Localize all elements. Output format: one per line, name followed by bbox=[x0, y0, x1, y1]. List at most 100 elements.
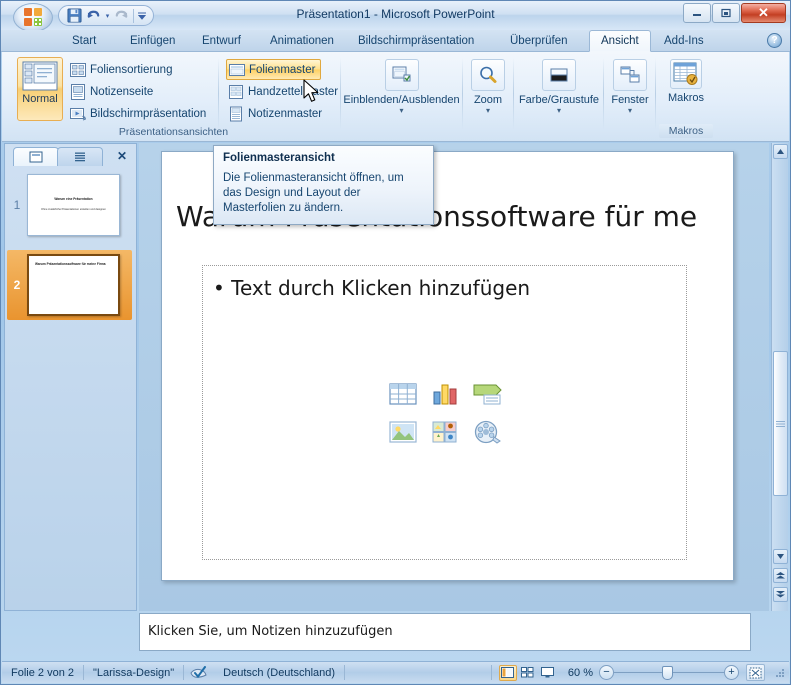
resize-grip-icon bbox=[776, 668, 784, 677]
save-icon bbox=[67, 8, 82, 23]
normal-view-label: Normal bbox=[22, 93, 58, 105]
close-panel-button[interactable]: ✕ bbox=[114, 148, 130, 164]
notes-page-button[interactable]: Notizenseite bbox=[68, 81, 213, 102]
insert-smartart-icon[interactable] bbox=[468, 377, 506, 411]
ribbon-group-fenster: Fenster ▾ bbox=[607, 54, 653, 140]
chevron-down-icon: ▾ bbox=[556, 106, 561, 115]
language-indicator[interactable]: Deutsch (Deutschland) bbox=[214, 667, 344, 679]
show-hide-button[interactable]: Einblenden/Ausblenden ▾ bbox=[343, 57, 460, 123]
notes-page-icon bbox=[70, 83, 86, 100]
slide-thumbnail-1[interactable]: Warum eine Präsentation Ohne zusätzliche… bbox=[27, 174, 120, 236]
normal-view-button[interactable]: Normal bbox=[17, 57, 63, 121]
group-label-makros: Makros bbox=[659, 124, 713, 138]
view-normal-button[interactable] bbox=[498, 664, 517, 681]
insert-chart-icon[interactable] bbox=[426, 377, 464, 411]
slide-show-button[interactable]: Bildschirmpräsentation bbox=[68, 103, 213, 124]
slide-sorter-button[interactable]: Foliensortierung bbox=[68, 59, 213, 80]
help-button[interactable]: ? bbox=[767, 33, 782, 48]
notes-master-icon bbox=[228, 106, 244, 122]
next-slide-button[interactable] bbox=[773, 587, 788, 602]
close-icon: ✕ bbox=[758, 5, 769, 20]
insert-media-icon[interactable] bbox=[468, 415, 506, 449]
slide-thumbnail-row-1[interactable]: 1 Warum eine Präsentation Ohne zusätzlic… bbox=[7, 170, 132, 240]
zoom-level[interactable]: 60 % bbox=[564, 667, 599, 679]
minimize-button[interactable] bbox=[683, 3, 711, 23]
arrow-down-icon bbox=[777, 554, 784, 559]
slide-sorter-label: Foliensortierung bbox=[90, 63, 173, 76]
slide-thumbnail-row-2[interactable]: 2 Warum Präsentationssoftware für meine … bbox=[7, 250, 132, 320]
chevron-down-icon: ▾ bbox=[485, 106, 490, 115]
zoom-slider[interactable]: − + bbox=[599, 665, 739, 680]
restore-icon bbox=[721, 8, 731, 18]
office-logo-icon bbox=[24, 8, 42, 26]
handout-master-button[interactable]: Handzettelmaster bbox=[226, 81, 338, 102]
resize-grip[interactable] bbox=[774, 667, 786, 679]
insert-table-icon[interactable] bbox=[384, 377, 422, 411]
undo-icon bbox=[87, 10, 100, 18]
zoom-in-button[interactable]: + bbox=[724, 665, 739, 680]
previous-slide-button[interactable] bbox=[773, 568, 788, 583]
tab-start[interactable]: Start bbox=[61, 30, 107, 52]
slide-master-icon bbox=[229, 62, 245, 78]
window-arrange-icon bbox=[613, 59, 647, 91]
tab-entwurf[interactable]: Entwurf bbox=[191, 30, 252, 52]
zoom-out-button[interactable]: − bbox=[599, 665, 614, 680]
status-bar: Folie 2 von 2 "Larissa-Design" Deutsch (… bbox=[2, 661, 789, 683]
tab-bildschirmpraesentation[interactable]: Bildschirmpräsentation bbox=[347, 30, 485, 52]
notes-placeholder[interactable]: Klicken Sie, um Notizen hinzuzufügen bbox=[139, 613, 751, 651]
office-button[interactable] bbox=[7, 1, 59, 33]
maximize-restore-button[interactable] bbox=[712, 3, 740, 23]
slide-number-1: 1 bbox=[13, 198, 21, 212]
design-name: "Larissa-Design" bbox=[92, 666, 175, 679]
chevron-down-icon bbox=[137, 12, 147, 20]
slide-thumbnail-2[interactable]: Warum Präsentationssoftware für meine Fi… bbox=[27, 254, 120, 316]
zoom-track[interactable] bbox=[614, 665, 724, 680]
window-button[interactable]: Fenster ▾ bbox=[607, 57, 653, 123]
scroll-up-button[interactable] bbox=[773, 144, 788, 159]
view-slideshow-button[interactable] bbox=[539, 665, 557, 681]
tab-outline[interactable] bbox=[57, 147, 103, 166]
customize-qat-button[interactable] bbox=[136, 7, 148, 24]
ribbon-group-farbe-graustufe: Farbe/Graustufe ▾ bbox=[517, 54, 601, 140]
redo-button[interactable] bbox=[112, 7, 131, 24]
color-grayscale-button[interactable]: Farbe/Graustufe ▾ bbox=[517, 57, 601, 123]
slide-sorter-icon bbox=[70, 62, 86, 78]
ribbon-group-makros: Makros Makros bbox=[659, 54, 713, 140]
normal-view-icon bbox=[22, 61, 58, 91]
view-slide-sorter-button[interactable] bbox=[519, 665, 537, 681]
view-slide-sorter-icon bbox=[521, 667, 534, 678]
scroll-down-button[interactable] bbox=[773, 549, 788, 564]
tab-ueberpruefen[interactable]: Überprüfen bbox=[499, 30, 579, 52]
save-button[interactable] bbox=[65, 7, 84, 24]
slide-master-button[interactable]: Folienmaster bbox=[226, 59, 321, 80]
slide-thumbnail-panel: ✕ 1 Warum eine Präsentation Ohne zusätzl… bbox=[4, 143, 137, 611]
slide-show-label: Bildschirmpräsentation bbox=[90, 107, 207, 120]
vertical-scrollbar[interactable] bbox=[771, 143, 788, 611]
undo-dropdown-button[interactable]: ▾ bbox=[103, 7, 112, 24]
close-button[interactable]: ✕ bbox=[741, 3, 786, 23]
fit-to-window-button[interactable] bbox=[746, 664, 765, 681]
tab-einfuegen[interactable]: Einfügen bbox=[119, 30, 186, 52]
zoom-handle[interactable] bbox=[662, 666, 673, 680]
tab-animationen[interactable]: Animationen bbox=[259, 30, 345, 52]
notes-master-button[interactable]: Notizenmaster bbox=[226, 103, 326, 124]
spellcheck-button[interactable] bbox=[184, 665, 214, 680]
content-insert-icons bbox=[384, 377, 506, 449]
insert-picture-icon[interactable] bbox=[384, 415, 422, 449]
tab-ansicht[interactable]: Ansicht bbox=[589, 30, 651, 52]
insert-clipart-icon[interactable] bbox=[426, 415, 464, 449]
slide-body-placeholder[interactable]: • Text durch Klicken hinzufügen bbox=[202, 265, 687, 560]
group-label-praesentationsansichten: Präsentationsansichten bbox=[118, 126, 229, 138]
tooltip-body: Die Folienmasteransicht öffnen, um das D… bbox=[223, 172, 404, 214]
zoom-button[interactable]: Zoom ▾ bbox=[466, 57, 510, 123]
ribbon-group-zoom: Zoom ▾ bbox=[466, 54, 510, 140]
notes-master-label: Notizenmaster bbox=[248, 107, 323, 120]
macros-button[interactable]: Makros bbox=[659, 57, 713, 123]
scrollbar-thumb[interactable] bbox=[773, 351, 788, 496]
undo-button[interactable] bbox=[84, 7, 103, 24]
zoom-label: Zoom bbox=[473, 94, 503, 106]
tab-slides[interactable] bbox=[13, 147, 59, 166]
window-controls: ✕ bbox=[683, 3, 786, 23]
slide-show-icon bbox=[70, 106, 87, 122]
tab-add-ins[interactable]: Add-Ins bbox=[653, 30, 715, 52]
